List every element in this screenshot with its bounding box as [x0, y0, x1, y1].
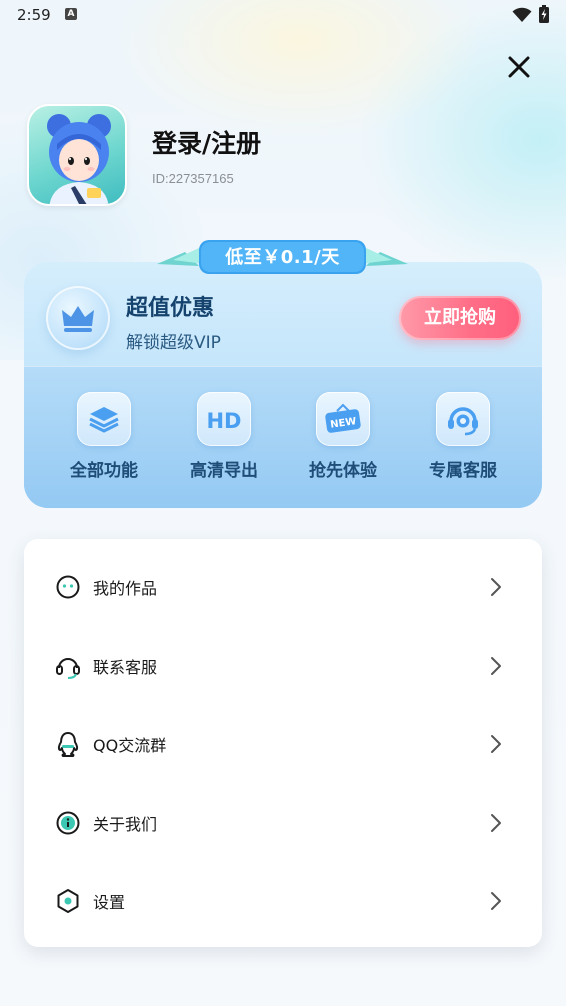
settings-icon	[57, 889, 79, 913]
vip-card[interactable]: 超值优惠 解锁超级VIP 立即抢购 全部功能 HD 高清导出 NEW 抢先体验 …	[24, 262, 542, 508]
vip-title: 超值优惠	[126, 296, 215, 321]
wifi-icon	[512, 7, 532, 22]
feature-label: 高清导出	[190, 461, 258, 481]
feature-label: 专属客服	[429, 461, 497, 481]
chevron-right-icon	[491, 657, 501, 675]
menu-item-label: 关于我们	[93, 815, 158, 834]
vip-price-ribbon: 低至￥0.1/天	[155, 238, 410, 278]
menu-item-label: QQ交流群	[93, 736, 167, 755]
chevron-right-icon	[491, 892, 501, 910]
chevron-right-icon	[491, 814, 501, 832]
close-button[interactable]	[503, 51, 535, 83]
close-icon	[508, 56, 530, 78]
hd-icon: HD	[206, 409, 241, 433]
menu-item-label: 设置	[93, 893, 126, 912]
customer-service-icon	[56, 658, 80, 679]
headset-icon	[448, 407, 478, 436]
chevron-right-icon	[491, 578, 501, 596]
info-icon	[56, 811, 80, 835]
buy-now-button[interactable]: 立即抢购	[399, 296, 521, 340]
crown-icon	[62, 306, 94, 332]
feature-icon-box	[77, 392, 131, 446]
menu-item-about-us[interactable]: 关于我们	[24, 783, 542, 861]
feature-label: 全部功能	[70, 461, 138, 481]
svg-text:HD: HD	[206, 409, 241, 433]
feature-icon-box	[436, 392, 490, 446]
menu-item-settings[interactable]: 设置	[24, 861, 542, 939]
menu-item-label: 我的作品	[93, 579, 158, 598]
crown-badge	[46, 286, 110, 350]
avatar-image	[47, 114, 111, 204]
menu-item-label: 联系客服	[93, 658, 158, 677]
a-notification-icon: A	[65, 8, 77, 20]
menu-item-my-works[interactable]: 我的作品	[24, 547, 542, 625]
vip-subtitle: 解锁超级VIP	[126, 333, 221, 353]
status-bar: 2:59 A	[0, 0, 566, 30]
battery-charging-icon	[539, 5, 549, 23]
feature-icon-box: NEW	[316, 392, 370, 446]
login-register-link[interactable]: 登录/注册	[152, 124, 261, 160]
menu-item-qq-group[interactable]: QQ交流群	[24, 704, 542, 782]
new-icon: NEW	[325, 403, 361, 433]
vip-price-text: 低至￥0.1/天	[225, 247, 340, 268]
chevron-right-icon	[491, 735, 501, 753]
layers-icon	[89, 407, 119, 433]
user-id: ID:227357165	[152, 171, 234, 186]
feature-label: 抢先体验	[309, 461, 377, 481]
menu-card: 我的作品 联系客服 QQ交流群 关于我们 设置	[24, 539, 542, 947]
feature-icon-box: HD	[197, 392, 251, 446]
qq-icon	[57, 732, 79, 757]
avatar[interactable]	[27, 104, 127, 206]
works-icon	[56, 575, 80, 599]
menu-item-contact-service[interactable]: 联系客服	[24, 626, 542, 704]
status-time: 2:59	[17, 6, 51, 24]
